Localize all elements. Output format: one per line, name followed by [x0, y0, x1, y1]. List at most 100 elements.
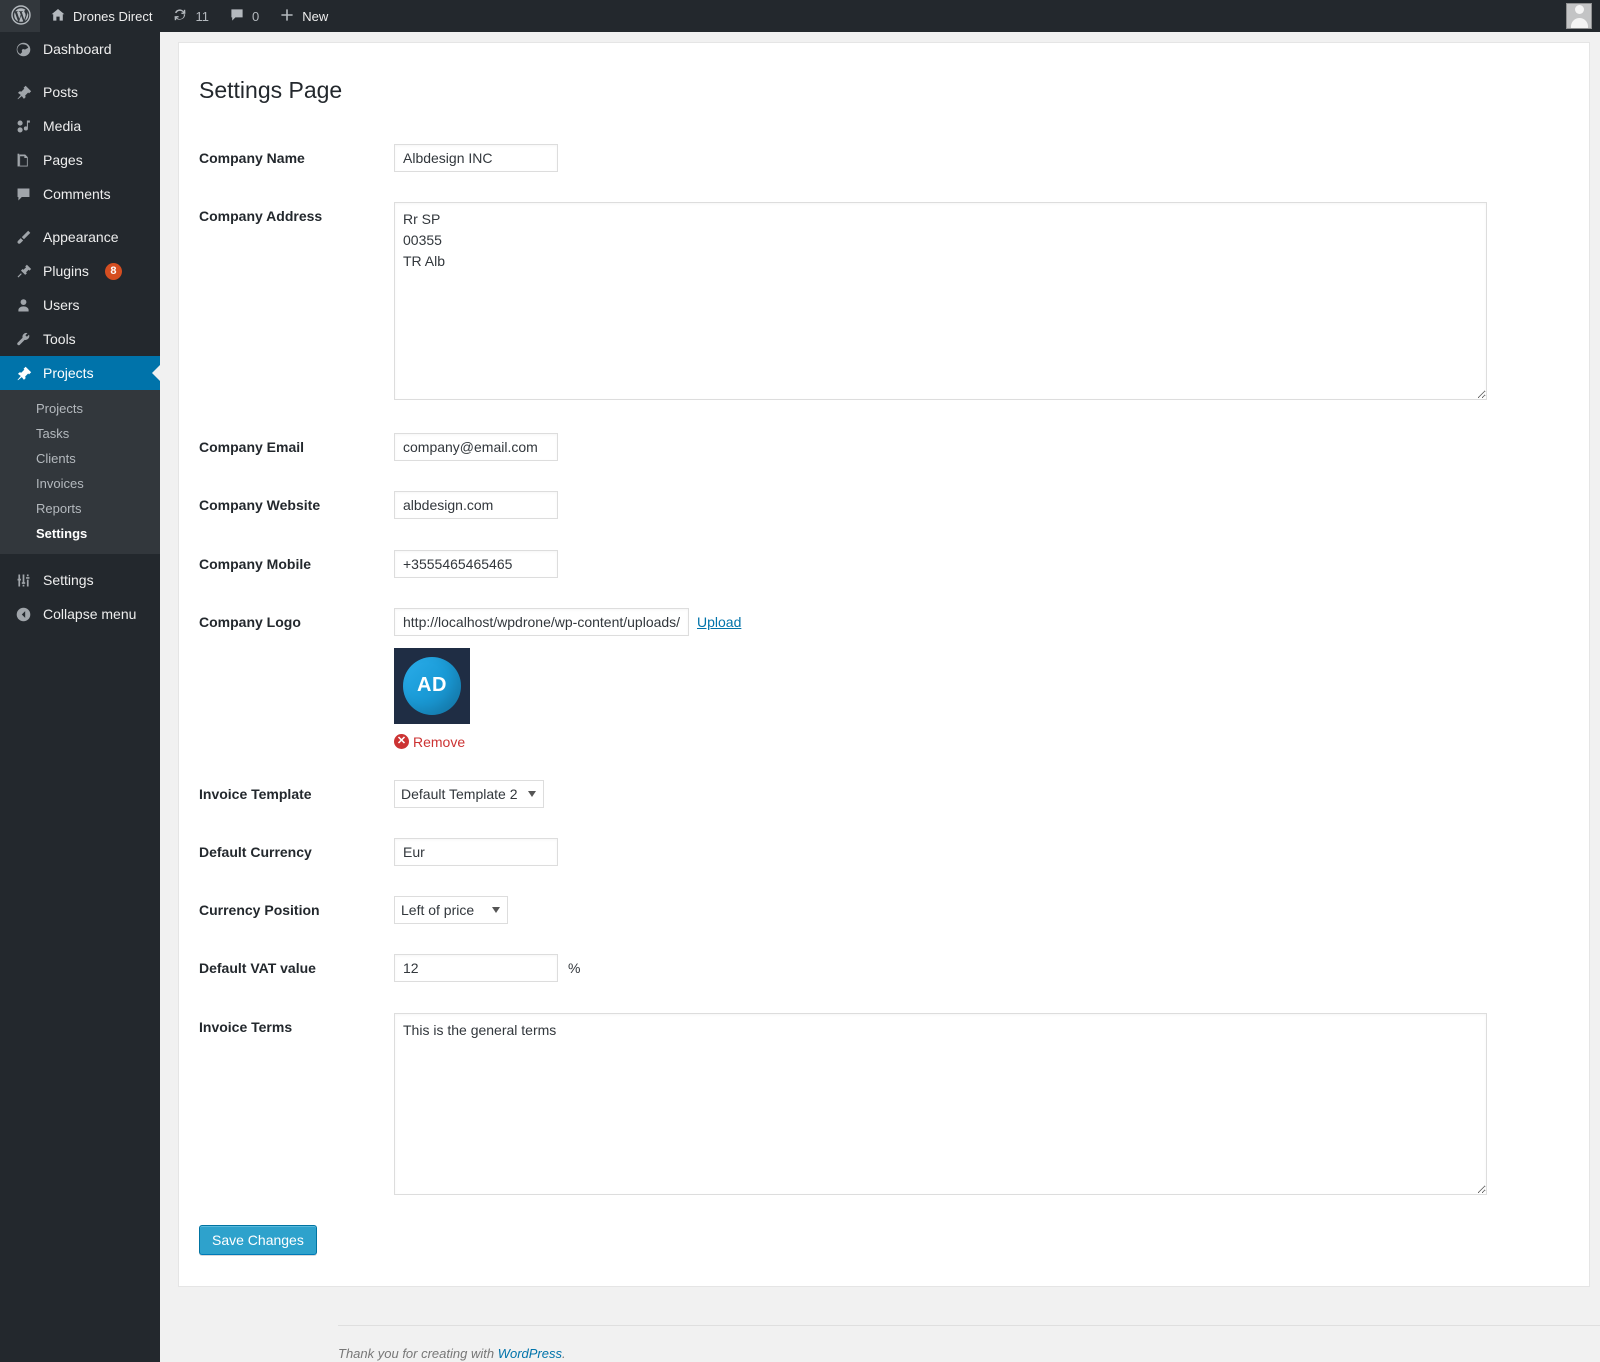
sidebar-item-plugins[interactable]: Plugins 8	[0, 254, 160, 288]
page-title: Settings Page	[199, 77, 343, 103]
sidebar-item-label: Comments	[43, 186, 111, 202]
admin-bar: Drones Direct 11 0 New	[0, 0, 1600, 32]
collapse-menu-button[interactable]: Collapse menu	[0, 597, 160, 631]
form-row-company-email: Company Email	[179, 418, 1589, 476]
media-icon	[13, 118, 33, 135]
remove-logo-label: Remove	[413, 733, 466, 750]
remove-logo-button[interactable]: ✕ Remove	[394, 734, 1579, 750]
user-icon	[13, 297, 33, 314]
sidebar-item-tools[interactable]: Tools	[0, 322, 160, 356]
default-vat-label: Default VAT value	[199, 960, 316, 977]
settings-card: Settings Page Company Name Company Addre…	[178, 42, 1590, 1287]
submenu-item-reports[interactable]: Reports	[0, 496, 160, 521]
sidebar-item-label: Dashboard	[43, 41, 112, 57]
invoice-terms-textarea[interactable]: This is the general terms	[394, 1012, 1487, 1195]
account-menu[interactable]	[1566, 3, 1600, 29]
collapse-menu-label: Collapse menu	[43, 606, 137, 622]
sidebar-item-label: Plugins	[43, 263, 89, 279]
default-currency-label: Default Currency	[199, 843, 312, 860]
submenu-item-invoices[interactable]: Invoices	[0, 471, 160, 496]
company-website-label: Company Website	[199, 497, 321, 514]
sidebar-item-projects[interactable]: Projects	[0, 356, 160, 390]
form-row-default-vat: Default VAT value %	[179, 939, 1589, 997]
sidebar-item-pages[interactable]: Pages	[0, 143, 160, 177]
upload-logo-link[interactable]: Upload	[697, 614, 741, 630]
sidebar-item-label: Settings	[43, 572, 94, 588]
company-address-textarea[interactable]: Rr SP 00355 TR Alb	[394, 202, 1487, 401]
sidebar-item-comments[interactable]: Comments	[0, 177, 160, 211]
wrench-icon	[13, 331, 33, 348]
updates-count: 11	[195, 8, 209, 24]
sidebar-item-appearance[interactable]: Appearance	[0, 220, 160, 254]
invoice-terms-label: Invoice Terms	[199, 1018, 293, 1035]
company-address-label: Company Address	[199, 208, 323, 225]
pin-icon	[13, 365, 33, 382]
company-website-input[interactable]	[394, 491, 558, 520]
settings-sliders-icon	[13, 572, 33, 589]
form-actions: Save Changes	[179, 1213, 1589, 1285]
submenu-item-clients[interactable]: Clients	[0, 446, 160, 471]
sidebar-item-settings[interactable]: Settings	[0, 563, 160, 597]
sidebar-item-label: Pages	[43, 152, 83, 168]
sidebar-item-label: Projects	[43, 365, 94, 381]
plus-icon	[279, 7, 295, 26]
sidebar-item-media[interactable]: Media	[0, 109, 160, 143]
sidebar-divider	[0, 211, 160, 220]
save-changes-button[interactable]: Save Changes	[199, 1224, 317, 1255]
company-email-label: Company Email	[199, 439, 305, 456]
sidebar-item-users[interactable]: Users	[0, 288, 160, 322]
sidebar-item-label: Posts	[43, 84, 79, 100]
company-mobile-input[interactable]	[394, 549, 558, 578]
company-logo-initials: AD	[403, 656, 461, 715]
footer-credit: Thank you for creating with WordPress.	[338, 1346, 566, 1361]
company-name-input[interactable]	[394, 144, 558, 172]
wordpress-link[interactable]: WordPress	[498, 1346, 562, 1361]
footer-credit-prefix: Thank you for creating with	[338, 1345, 498, 1361]
updates-icon	[172, 7, 188, 26]
default-currency-input[interactable]	[394, 837, 558, 866]
form-row-invoice-terms: Invoice Terms This is the general terms	[179, 998, 1589, 1213]
sidebar-item-posts[interactable]: Posts	[0, 75, 160, 109]
plug-icon	[13, 263, 33, 280]
default-vat-input[interactable]	[394, 954, 558, 983]
pages-icon	[13, 152, 33, 169]
updates-button[interactable]: 11	[162, 0, 219, 32]
invoice-template-select[interactable]: Default Template 2	[394, 779, 544, 808]
sidebar-item-label: Tools	[43, 331, 76, 347]
percent-suffix: %	[568, 960, 581, 977]
comments-count: 0	[251, 8, 260, 24]
sidebar-item-label: Users	[43, 297, 80, 313]
projects-submenu: Projects Tasks Clients Invoices Reports …	[0, 390, 160, 554]
form-row-default-currency: Default Currency	[179, 823, 1589, 881]
invoice-template-label: Invoice Template	[199, 785, 312, 802]
company-email-input[interactable]	[394, 433, 558, 462]
form-row-company-mobile: Company Mobile	[179, 535, 1589, 593]
comments-button[interactable]: 0	[219, 0, 269, 32]
comment-bubble-icon	[229, 7, 245, 26]
plugins-update-badge: 8	[104, 262, 122, 280]
collapse-arrow-icon	[13, 606, 33, 623]
submenu-item-tasks[interactable]: Tasks	[0, 421, 160, 446]
currency-position-select[interactable]: Left of price	[394, 896, 508, 925]
wordpress-logo-icon	[11, 4, 31, 28]
wordpress-logo-button[interactable]	[0, 0, 40, 32]
footer-credit-suffix: .	[562, 1345, 566, 1361]
sidebar-item-label: Appearance	[43, 229, 119, 245]
new-content-button[interactable]: New	[269, 0, 338, 32]
sidebar-item-label: Media	[43, 118, 82, 134]
pin-icon	[13, 84, 33, 101]
new-content-label: New	[302, 8, 329, 24]
submenu-item-settings[interactable]: Settings	[0, 521, 160, 546]
comment-bubble-icon	[13, 186, 33, 203]
admin-footer: Thank you for creating with WordPress. V…	[338, 1325, 1600, 1362]
form-row-company-name: Company Name	[179, 129, 1589, 187]
remove-circle-icon: ✕	[394, 734, 409, 750]
dashboard-icon	[13, 41, 33, 58]
company-logo-url-input[interactable]	[394, 607, 689, 636]
submenu-item-projects[interactable]: Projects	[0, 396, 160, 421]
site-name-button[interactable]: Drones Direct	[40, 0, 162, 32]
form-row-company-address: Company Address Rr SP 00355 TR Alb	[179, 187, 1589, 418]
home-icon	[50, 7, 66, 26]
sidebar-item-dashboard[interactable]: Dashboard	[0, 32, 160, 66]
company-name-label: Company Name	[199, 150, 305, 166]
